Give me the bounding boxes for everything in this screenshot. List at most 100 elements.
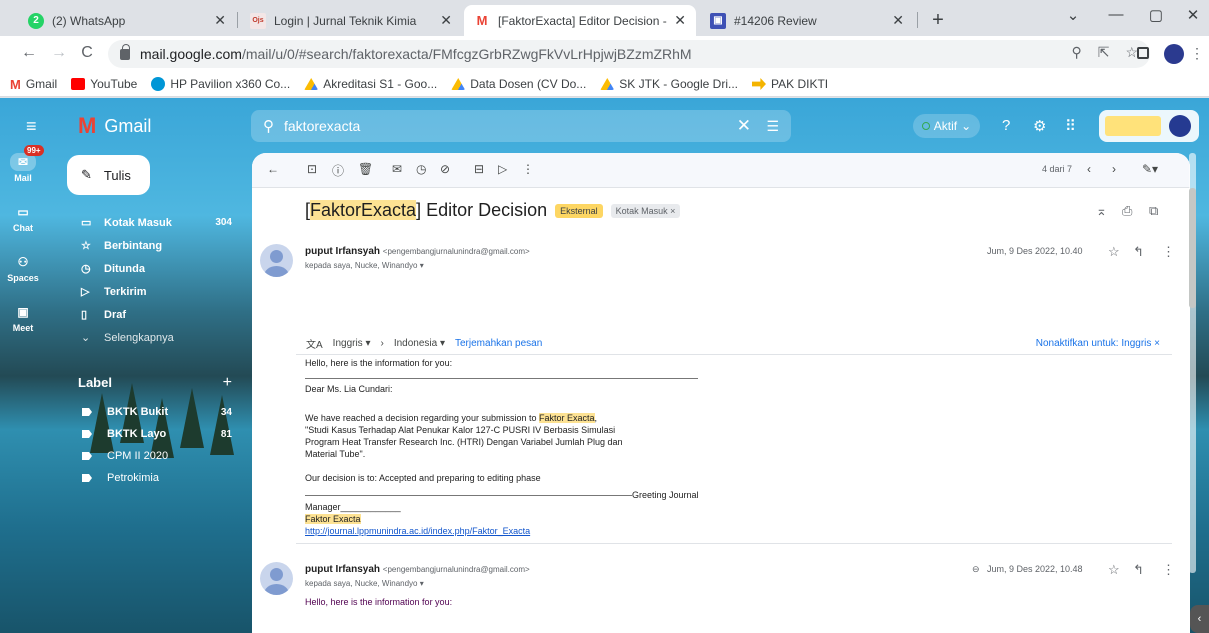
tab-jurnal-teknik-kimia[interactable]: Ojs Login | Jurnal Teknik Kimia ✕ [240, 5, 462, 36]
status-selector[interactable]: Aktif ⌄ [913, 114, 980, 138]
nav-item-drafts[interactable]: ▯ Draf [70, 303, 240, 326]
source-language-select[interactable]: Inggris ▾ [333, 338, 371, 349]
bookmark-hp-pavilion[interactable]: HP Pavilion x360 Co... [151, 77, 290, 91]
older-icon[interactable]: › [1112, 162, 1116, 176]
main-menu-icon[interactable]: ≡ [26, 116, 37, 137]
label-count: 34 [220, 406, 232, 418]
bookmark-akreditasi[interactable]: Akreditasi S1 - Goo... [304, 77, 437, 91]
scrollbar-thumb[interactable] [1189, 188, 1196, 308]
nav-item-snoozed[interactable]: ◷ Ditunda [70, 257, 240, 280]
message-header: puput Irfansyah <pengembangjurnalunindra… [260, 562, 1180, 598]
close-icon[interactable]: ✕ [674, 12, 686, 29]
search-input[interactable]: faktorexacta [284, 118, 360, 134]
nav-item-more[interactable]: ⌄ Selengkapnya [70, 326, 240, 349]
compose-button[interactable]: ✎ Tulis [67, 155, 150, 195]
add-task-icon[interactable]: ⊘ [440, 162, 450, 176]
close-window-button[interactable]: ✕ [1178, 6, 1208, 24]
show-side-panel-button[interactable]: ‹ [1190, 605, 1209, 633]
nav-item-inbox[interactable]: ▭ Kotak Masuk 304 [70, 211, 240, 234]
share-icon[interactable]: ⇱ [1098, 44, 1110, 61]
label-item-cpm[interactable]: CPM II 2020 [70, 445, 240, 467]
print-icon[interactable]: ⎙ [1122, 203, 1132, 219]
apps-grid-icon[interactable]: ⠿ [1065, 117, 1076, 135]
move-to-icon[interactable]: ⊟ [474, 162, 484, 176]
label-item-bktk-bukit[interactable]: BKTK Bukit 34 [70, 401, 240, 423]
more-options-icon[interactable]: ⋮ [522, 162, 534, 176]
reply-icon[interactable]: ↰ [1133, 244, 1144, 260]
bookmark-data-dosen[interactable]: Data Dosen (CV Do... [451, 77, 586, 91]
journal-link[interactable]: http://journal.lppmunindra.ac.id/index.p… [305, 526, 530, 536]
rail-chat[interactable]: ▭ Chat [0, 203, 46, 253]
close-icon[interactable]: ✕ [440, 12, 452, 29]
search-bar[interactable]: ⚲ faktorexacta ✕ ☰ [251, 110, 791, 142]
clear-search-icon[interactable]: ✕ [737, 116, 751, 136]
sender-line[interactable]: puput Irfansyah <pengembangjurnalunindra… [305, 246, 530, 257]
report-spam-icon[interactable]: ⓘ [332, 162, 344, 179]
more-options-icon[interactable]: ⋮ [1162, 562, 1175, 578]
back-button[interactable]: ← [18, 44, 40, 62]
recipients[interactable]: kepada saya, Nucke, Winandyo ▾ [305, 579, 424, 588]
bookmark-youtube[interactable]: YouTube [71, 77, 137, 91]
nav-item-sent[interactable]: ▷ Terkirim [70, 280, 240, 303]
sender-line[interactable]: puput Irfansyah <pengembangjurnalunindra… [305, 564, 530, 575]
target-language-select[interactable]: Indonesia ▾ [394, 338, 445, 349]
star-icon[interactable]: ☆ [1108, 562, 1120, 578]
unread-badge: 99+ [24, 145, 44, 156]
nav-item-starred[interactable]: ☆ Berbintang [70, 234, 240, 257]
browser-menu-icon[interactable]: ⋮ [1190, 45, 1204, 62]
bookmark-gmail[interactable]: M Gmail [10, 77, 57, 92]
body-dear: Dear Ms. Lia Cundari: [305, 384, 393, 394]
rail-label: Spaces [7, 273, 39, 283]
hp-icon [151, 77, 166, 91]
label-item-petrokimia[interactable]: Petrokimia [70, 467, 240, 489]
reply-icon[interactable]: ↰ [1133, 562, 1144, 578]
archive-icon[interactable]: ⊡ [307, 162, 317, 176]
help-icon[interactable]: ? [1002, 117, 1010, 134]
mark-unread-icon[interactable]: ✉ [392, 162, 402, 176]
tab-whatsapp[interactable]: 2 (2) WhatsApp ✕ [18, 5, 236, 36]
clock-icon: ◷ [81, 263, 91, 275]
gmail-logo[interactable]: M Gmail [78, 113, 151, 139]
translate-link[interactable]: Terjemahkan pesan [455, 338, 542, 349]
label-icon[interactable]: ▷ [498, 162, 507, 176]
account-switcher[interactable] [1099, 110, 1199, 142]
mail-icon: ✉ 99+ [10, 145, 44, 171]
open-new-window-icon[interactable]: ⧉ [1149, 203, 1158, 219]
newer-icon[interactable]: ‹ [1087, 162, 1091, 176]
profile-avatar[interactable] [1164, 44, 1184, 64]
rail-meet[interactable]: ▣ Meet [0, 303, 46, 353]
rail-spaces[interactable]: ⚇ Spaces [0, 253, 46, 303]
more-options-icon[interactable]: ⋮ [1162, 244, 1175, 260]
close-icon[interactable]: ✕ [892, 12, 904, 29]
tab-search-icon[interactable]: ⌄ [1058, 6, 1088, 24]
add-label-icon[interactable]: + [223, 374, 232, 392]
inbox-label-chip[interactable]: Kotak Masuk × [610, 203, 681, 218]
zoom-icon[interactable]: ⚲ [1071, 44, 1081, 61]
bookmark-label: HP Pavilion x360 Co... [170, 77, 291, 91]
recipients[interactable]: kepada saya, Nucke, Winandyo ▾ [305, 261, 424, 270]
collapse-all-icon[interactable]: ⌅ [1096, 203, 1107, 219]
bookmark-pak-dikti[interactable]: PAK DIKTI [751, 77, 828, 91]
new-tab-button[interactable]: + [925, 7, 951, 33]
tab-gmail-editor-decision[interactable]: M [FaktorExacta] Editor Decision - I ✕ [464, 5, 696, 36]
tab-review[interactable]: ▣ #14206 Review ✕ [700, 5, 914, 36]
side-panel-icon[interactable] [1137, 47, 1149, 59]
turn-off-translate-link[interactable]: Nonaktifkan untuk: Inggris × [1036, 338, 1160, 349]
delete-icon[interactable]: 🗑 [358, 162, 373, 176]
search-options-icon[interactable]: ☰ [766, 118, 779, 135]
label-item-bktk-layo[interactable]: BKTK Layo 81 [70, 423, 240, 445]
rail-mail[interactable]: ✉ 99+ Mail [0, 145, 46, 203]
snooze-icon[interactable]: ◷ [416, 162, 426, 176]
maximize-button[interactable]: ▢ [1141, 6, 1171, 24]
forward-button[interactable]: → [48, 44, 70, 62]
input-tools-icon[interactable]: ✎▾ [1142, 162, 1158, 176]
bookmark-sk-jtk[interactable]: SK JTK - Google Dri... [600, 77, 738, 91]
minimize-button[interactable]: — [1101, 6, 1131, 23]
reload-button[interactable]: C [76, 44, 98, 62]
star-icon[interactable]: ☆ [1108, 244, 1120, 260]
close-icon[interactable]: ✕ [214, 12, 226, 29]
settings-gear-icon[interactable]: ⚙ [1033, 117, 1046, 135]
omnibox[interactable]: mail.google.com/mail/u/0/#search/faktore… [108, 40, 1150, 68]
back-arrow-icon[interactable]: ← [267, 162, 279, 176]
search-icon[interactable]: ⚲ [263, 117, 274, 135]
